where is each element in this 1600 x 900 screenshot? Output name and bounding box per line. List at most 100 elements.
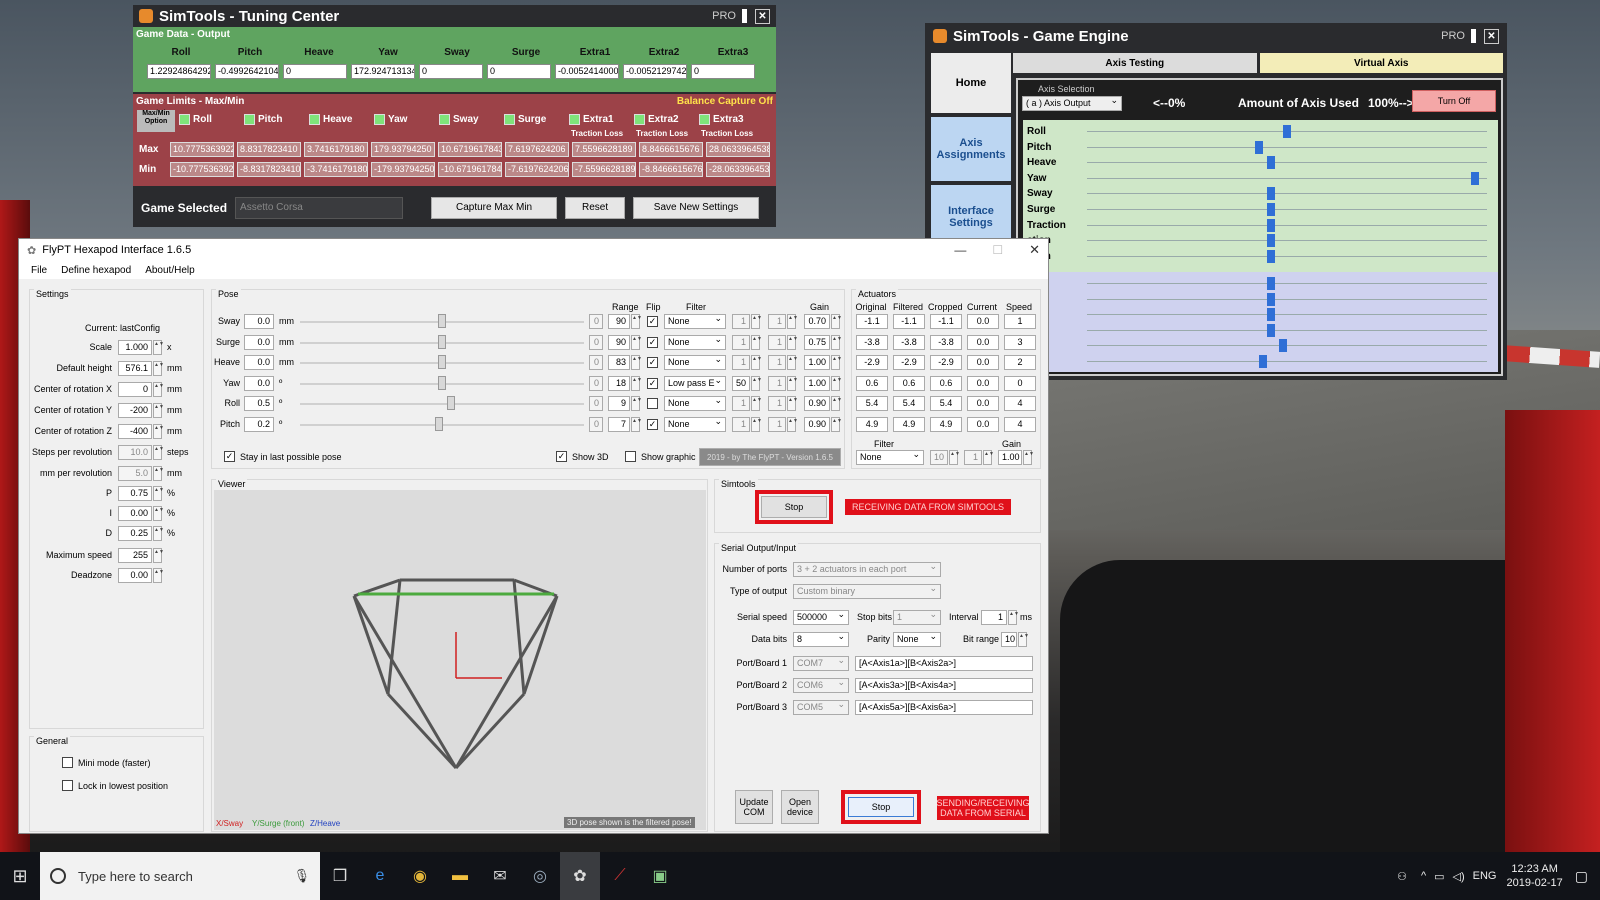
- minimize-icon[interactable]: —: [954, 243, 966, 257]
- clock[interactable]: 12:23 AM 2019-02-17: [1506, 862, 1562, 890]
- pose-slider[interactable]: [300, 416, 584, 431]
- max-value[interactable]: 28.0633964538: [706, 142, 770, 157]
- bit-range-input[interactable]: 10: [1001, 632, 1017, 647]
- spin-icon[interactable]: ▲▼: [153, 506, 164, 521]
- min-value[interactable]: -3.7416179180: [304, 162, 368, 177]
- pose-range-input[interactable]: 7: [608, 416, 630, 432]
- spin-icon[interactable]: ▲▼: [949, 450, 960, 465]
- flip-checkbox[interactable]: ✓: [647, 357, 658, 368]
- axis-slider-knob[interactable]: [1279, 339, 1287, 353]
- actuator-filter-select[interactable]: None: [856, 450, 924, 465]
- type-of-output-select[interactable]: Custom binary: [793, 584, 941, 599]
- axis-slider-knob[interactable]: [1267, 187, 1275, 201]
- network-icon[interactable]: ▭: [1434, 870, 1444, 883]
- spin-icon[interactable]: ▲▼: [631, 314, 642, 329]
- pose-range-input[interactable]: 90: [608, 334, 630, 350]
- edge-icon[interactable]: e: [360, 852, 400, 900]
- notifications-icon[interactable]: ▢: [1575, 868, 1588, 885]
- max-value[interactable]: 10.7775363922: [170, 142, 234, 157]
- port-string-input[interactable]: [A<Axis1a>][B<Axis2a>]: [855, 656, 1033, 671]
- port-string-input[interactable]: [A<Axis3a>][B<Axis4a>]: [855, 678, 1033, 693]
- axis-assignments-button[interactable]: Axis Assignments: [931, 117, 1011, 181]
- mail-icon[interactable]: ✉: [480, 852, 520, 900]
- spin-icon[interactable]: ▲▼: [751, 334, 762, 350]
- pose-range-input[interactable]: 9: [608, 396, 630, 411]
- filter-param1-input[interactable]: 1: [732, 416, 750, 432]
- pose-gain-input[interactable]: 0.75: [804, 334, 830, 350]
- microphone-icon[interactable]: 🎙: [293, 868, 310, 884]
- slider-thumb-icon[interactable]: [438, 334, 446, 349]
- data-bits-select[interactable]: 8: [793, 632, 849, 647]
- filter-param2-input[interactable]: 1: [768, 314, 786, 329]
- pose-slider[interactable]: [300, 355, 584, 369]
- axis-slider-knob[interactable]: [1267, 308, 1275, 322]
- slider-thumb-icon[interactable]: [438, 314, 446, 328]
- open-device-button[interactable]: Open device: [781, 790, 819, 824]
- spin-icon[interactable]: ▲▼: [1008, 610, 1019, 625]
- spin-icon[interactable]: ▲▼: [631, 334, 642, 350]
- spin-icon[interactable]: ▲▼: [1018, 632, 1029, 647]
- menu-about-help[interactable]: About/Help: [145, 265, 194, 276]
- restore-icon[interactable]: [1471, 29, 1476, 43]
- enable-checkbox[interactable]: [634, 114, 645, 125]
- slider-thumb-icon[interactable]: [438, 355, 446, 369]
- spin-icon[interactable]: ▲▼: [751, 396, 762, 411]
- axis-selection-select[interactable]: ( a ) Axis Output: [1022, 96, 1122, 111]
- simtools-stop-button[interactable]: Stop: [761, 496, 827, 518]
- capture-max-min-button[interactable]: Capture Max Min: [431, 196, 558, 219]
- settings-field-input[interactable]: 0.25: [118, 526, 152, 541]
- pose-gain-input[interactable]: 1.00: [804, 355, 830, 370]
- reset-button[interactable]: Reset: [565, 196, 626, 219]
- spin-icon[interactable]: ▲▼: [153, 568, 164, 583]
- simtools-taskbar-icon[interactable]: ⟋: [600, 852, 640, 900]
- filter-param2-input[interactable]: 1: [768, 416, 786, 432]
- axis-slider-knob[interactable]: [1267, 292, 1275, 306]
- hexapod-3d-view[interactable]: [214, 490, 706, 830]
- limit-column-toggle[interactable]: Sway: [439, 112, 504, 140]
- pose-filter-select[interactable]: None: [664, 416, 726, 432]
- taskbar-search[interactable]: Type here to search 🎙: [40, 852, 320, 900]
- home-button[interactable]: Home: [931, 53, 1011, 113]
- spin-icon[interactable]: ▲▼: [153, 382, 164, 397]
- tab-axis-testing[interactable]: Axis Testing: [1013, 53, 1257, 73]
- spin-icon[interactable]: ▲▼: [153, 548, 164, 563]
- pose-slider[interactable]: [300, 314, 584, 328]
- language-indicator[interactable]: ENG: [1473, 870, 1497, 882]
- number-of-ports-select[interactable]: 3 + 2 actuators in each port: [793, 562, 941, 577]
- pose-filter-select[interactable]: None: [664, 355, 726, 370]
- actuator-filter-param2[interactable]: 1: [964, 450, 982, 465]
- filter-param2-input[interactable]: 1: [768, 334, 786, 350]
- spin-icon[interactable]: ▲▼: [787, 334, 798, 350]
- filter-param2-input[interactable]: 1: [768, 355, 786, 370]
- settings-field-input[interactable]: -400: [118, 424, 152, 439]
- file-explorer-icon[interactable]: ▬: [440, 852, 480, 900]
- close-icon[interactable]: ✕: [755, 8, 770, 24]
- settings-field-input[interactable]: 10.0: [118, 445, 152, 460]
- flip-checkbox[interactable]: ✓: [647, 418, 658, 430]
- limit-column-toggle[interactable]: Extra2 Traction Loss: [634, 112, 699, 140]
- limit-column-toggle[interactable]: Surge: [504, 112, 569, 140]
- spin-icon[interactable]: ▲▼: [631, 396, 642, 411]
- slider-thumb-icon[interactable]: [435, 416, 444, 431]
- menu-file[interactable]: File: [31, 265, 47, 276]
- stay-last-pose-checkbox[interactable]: ✓: [224, 451, 235, 462]
- settings-field-input[interactable]: 5.0: [118, 466, 152, 481]
- filter-param1-input[interactable]: 1: [732, 355, 750, 370]
- min-value[interactable]: -7.6197624206: [505, 162, 569, 177]
- port-com-select[interactable]: COM6: [793, 678, 849, 693]
- max-value[interactable]: 10.6719617843: [438, 142, 502, 157]
- flypt-taskbar-icon[interactable]: ✿: [560, 852, 600, 900]
- axis-slider-knob[interactable]: [1471, 171, 1479, 185]
- pose-slider[interactable]: [300, 334, 584, 349]
- spin-icon[interactable]: ▲▼: [153, 361, 164, 376]
- pose-range-input[interactable]: 90: [608, 314, 630, 329]
- settings-field-input[interactable]: 0.75: [118, 486, 152, 501]
- settings-field-input[interactable]: 1.000: [118, 340, 152, 355]
- spin-icon[interactable]: ▲▼: [787, 416, 798, 432]
- enable-checkbox[interactable]: [699, 114, 710, 125]
- spin-icon[interactable]: ▲▼: [631, 416, 642, 432]
- min-value[interactable]: -179.93794250: [371, 162, 435, 177]
- settings-field-input[interactable]: -200: [118, 403, 152, 418]
- slider-thumb-icon[interactable]: [438, 375, 446, 390]
- settings-field-input[interactable]: 0: [118, 382, 152, 397]
